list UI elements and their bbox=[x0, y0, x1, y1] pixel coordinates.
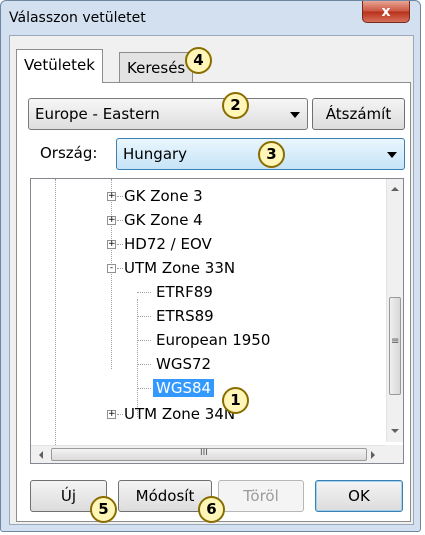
tree-connector bbox=[137, 364, 151, 365]
expand-icon[interactable]: + bbox=[107, 240, 116, 249]
recalculate-button[interactable]: Átszámít bbox=[312, 98, 405, 130]
tree-item-label: European 1950 bbox=[156, 331, 271, 349]
tree-item-label: WGS72 bbox=[156, 355, 212, 373]
recalculate-button-label: Átszámít bbox=[325, 105, 392, 123]
tree-connector bbox=[117, 268, 123, 269]
scroll-grip-icon: III bbox=[200, 448, 208, 458]
tree-connector bbox=[137, 316, 151, 317]
expand-icon[interactable]: + bbox=[107, 192, 116, 201]
horizontal-scrollbar[interactable]: III bbox=[31, 445, 387, 463]
region-select[interactable]: Europe - Eastern bbox=[28, 98, 308, 130]
country-label: Ország: bbox=[40, 144, 98, 162]
annotation-badge-5: 5 bbox=[90, 496, 117, 523]
ok-button[interactable]: OK bbox=[315, 480, 403, 512]
tree-item-label: GK Zone 4 bbox=[124, 211, 203, 229]
delete-button[interactable]: Töröl bbox=[218, 480, 304, 512]
tree-guide-line bbox=[55, 179, 56, 449]
scrollbar-corner bbox=[386, 445, 403, 463]
tree-item-gk-zone-3[interactable]: + GK Zone 3 bbox=[107, 185, 206, 207]
dialog-window: Válasszon vetületet x Vetületek Keresés … bbox=[0, 0, 421, 532]
scroll-right-icon[interactable] bbox=[371, 451, 375, 459]
tree-item-utm-zone-33n[interactable]: - UTM Zone 33N bbox=[107, 257, 238, 279]
tree-item-gk-zone-4[interactable]: + GK Zone 4 bbox=[107, 209, 206, 231]
tree-connector bbox=[137, 388, 151, 389]
tree-item-etrs89[interactable]: ETRS89 bbox=[137, 305, 217, 327]
country-select-value: Hungary bbox=[123, 145, 188, 163]
tree-item-label: ETRS89 bbox=[156, 307, 214, 325]
ok-button-label: OK bbox=[348, 487, 370, 505]
tree-item-european-1950[interactable]: European 1950 bbox=[137, 329, 273, 351]
close-icon: x bbox=[381, 3, 391, 20]
tab-vetuletek[interactable]: Vetületek bbox=[16, 49, 103, 83]
horizontal-scroll-thumb[interactable]: III bbox=[51, 448, 367, 461]
dialog-client-area: Vetületek Keresés Europe - Eastern Átszá… bbox=[9, 35, 414, 525]
tree-item-wgs84[interactable]: WGS84 bbox=[137, 377, 215, 399]
tab-kereses[interactable]: Keresés bbox=[119, 52, 194, 82]
tree-item-hd72-eov[interactable]: + HD72 / EOV bbox=[107, 233, 215, 255]
new-button-label: Új bbox=[60, 487, 77, 505]
tab-label: Keresés bbox=[127, 59, 186, 77]
tree-item-label: ETRF89 bbox=[156, 283, 213, 301]
tree-connector bbox=[117, 196, 123, 197]
tree-item-label: UTM Zone 33N bbox=[124, 259, 236, 277]
delete-button-label: Töröl bbox=[243, 487, 279, 505]
vertical-scrollbar[interactable]: ≡ bbox=[386, 179, 403, 442]
scroll-grip-icon: ≡ bbox=[391, 336, 400, 347]
scroll-left-icon[interactable] bbox=[39, 451, 43, 459]
title-bar: Válasszon vetületet x bbox=[1, 1, 420, 35]
annotation-badge-6: 6 bbox=[198, 496, 225, 523]
tree-item-label: HD72 / EOV bbox=[124, 235, 212, 253]
tree-item-label: UTM Zone 34N bbox=[124, 405, 236, 423]
projection-tree[interactable]: + GK Zone 3 + GK Zone 4 + HD72 / EOV - U… bbox=[30, 178, 404, 464]
expand-icon[interactable]: + bbox=[107, 410, 116, 419]
tree-item-wgs72[interactable]: WGS72 bbox=[137, 353, 214, 375]
tree-item-label: GK Zone 3 bbox=[124, 187, 203, 205]
tab-label: Vetületek bbox=[24, 56, 95, 74]
annotation-badge-4: 4 bbox=[185, 47, 212, 74]
modify-button-label: Módosít bbox=[135, 487, 195, 505]
vertical-scroll-thumb[interactable]: ≡ bbox=[389, 297, 401, 395]
tree-item-etrf89[interactable]: ETRF89 bbox=[137, 281, 216, 303]
annotation-badge-2: 2 bbox=[222, 92, 249, 119]
tree-item-utm-zone-34n[interactable]: + UTM Zone 34N bbox=[107, 403, 238, 425]
window-title: Válasszon vetületet bbox=[9, 10, 146, 26]
scroll-up-icon[interactable] bbox=[391, 187, 399, 191]
scroll-down-icon[interactable] bbox=[391, 429, 399, 433]
annotation-badge-1: 1 bbox=[222, 387, 249, 414]
tree-connector bbox=[137, 292, 151, 293]
expand-icon[interactable]: + bbox=[107, 216, 116, 225]
region-select-value: Europe - Eastern bbox=[35, 105, 160, 123]
chevron-down-icon bbox=[387, 152, 397, 158]
annotation-badge-3: 3 bbox=[258, 141, 285, 168]
tree-connector bbox=[117, 414, 123, 415]
close-button[interactable]: x bbox=[362, 1, 410, 23]
tree-connector bbox=[117, 220, 123, 221]
tree-item-label: WGS84 bbox=[153, 379, 215, 397]
collapse-icon[interactable]: - bbox=[107, 264, 116, 273]
tree-connector bbox=[137, 340, 151, 341]
tree-connector bbox=[117, 244, 123, 245]
chevron-down-icon bbox=[290, 112, 300, 118]
